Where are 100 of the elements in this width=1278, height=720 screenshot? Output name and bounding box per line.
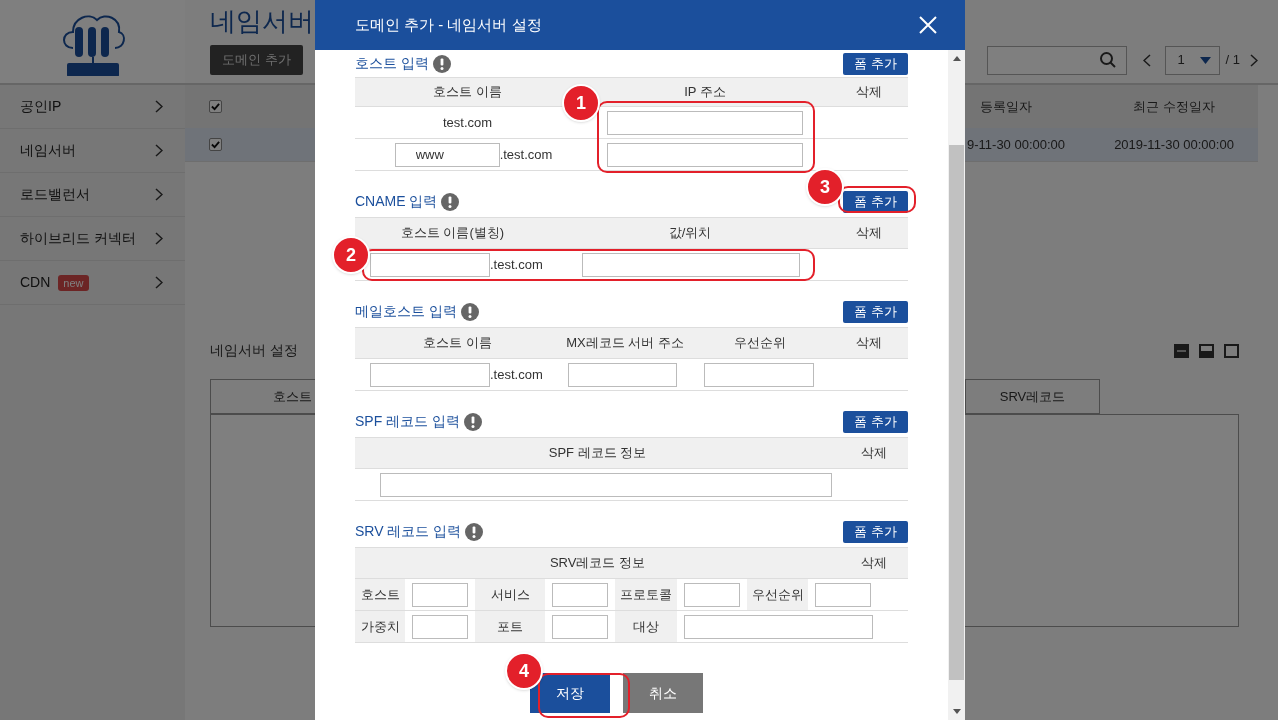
field-label: 우선순위	[751, 585, 804, 604]
column-header: 호스트 이름(별칭)	[400, 224, 505, 243]
sidebar-item[interactable]: 로드밸런서	[0, 173, 185, 217]
column-header: 우선순위	[734, 334, 786, 353]
column-header: 삭제	[856, 83, 882, 102]
chevron-right-icon	[155, 144, 163, 157]
text-field[interactable]	[684, 614, 873, 639]
column-header: SPF 레코드 정보	[548, 444, 647, 463]
minimize-view-icon[interactable]	[1174, 343, 1189, 358]
text-field[interactable]	[370, 252, 490, 277]
chevron-right-icon	[155, 100, 163, 113]
add-form-button[interactable]: 폼 추가	[843, 190, 908, 213]
text-field[interactable]	[552, 582, 608, 607]
chevron-right-icon	[155, 232, 163, 245]
add-form-button[interactable]: 폼 추가	[843, 52, 908, 75]
text-field[interactable]	[552, 614, 608, 639]
tab[interactable]: 호스트	[210, 379, 315, 414]
add-form-button[interactable]: 폼 추가	[843, 520, 908, 543]
step-number: 3	[806, 168, 844, 206]
scrollbar[interactable]	[948, 50, 965, 720]
menu-label: 공인IP	[20, 97, 62, 116]
column-header: 삭제	[861, 554, 887, 573]
column-header: 삭제	[856, 224, 882, 243]
section-title: 네임서버 설정	[210, 341, 298, 360]
sidebar-item[interactable]: 하이브리드 커넥터	[0, 217, 185, 261]
column-header: IP 주소	[684, 83, 726, 102]
cancel-button[interactable]: 취소	[623, 673, 703, 713]
new-badge: new	[58, 274, 89, 291]
add-form-button[interactable]: 폼 추가	[843, 300, 908, 323]
tab[interactable]: SRV레코드	[965, 379, 1100, 414]
close-icon[interactable]	[919, 16, 937, 34]
table-cell-text: 2019-11-30 00:00:00	[1114, 135, 1234, 154]
field-label: 대상	[633, 617, 659, 636]
alert-icon	[460, 302, 479, 321]
alert-icon	[432, 54, 451, 73]
scroll-down-icon[interactable]	[952, 709, 961, 714]
menu-label: 네임서버	[20, 141, 76, 160]
host-name: test.com	[442, 113, 493, 132]
chevron-left-icon[interactable]	[1142, 53, 1151, 67]
domain-suffix: .test.com	[499, 145, 553, 164]
save-button[interactable]: 저장	[530, 673, 610, 713]
section-title: CNAME 입력	[355, 192, 438, 211]
column-header: 등록일자	[980, 98, 1032, 114]
search-icon	[1099, 52, 1116, 68]
column-header: 값/위치	[668, 224, 712, 243]
domain-suffix: .test.com	[490, 255, 543, 274]
dialog-title: 도메인 추가 - 네임서버 설정	[355, 14, 542, 35]
menu-label: 로드밸런서	[20, 185, 90, 204]
chevron-right-icon[interactable]	[1250, 53, 1258, 67]
field-label: 프로토콜	[620, 585, 672, 604]
dropdown-caret-icon	[1199, 56, 1211, 64]
chevron-right-icon	[155, 188, 163, 201]
alert-icon	[464, 412, 482, 431]
domain-suffix: .test.com	[490, 365, 543, 384]
column-header: 삭제	[856, 334, 882, 353]
column-header: 호스트 이름	[423, 334, 492, 353]
step-number: 2	[332, 236, 370, 274]
menu-label: 하이브리드 커넥터	[20, 229, 136, 248]
scroll-up-icon[interactable]	[952, 56, 961, 61]
alert-icon	[465, 522, 484, 541]
text-field[interactable]	[370, 362, 490, 387]
page-select[interactable]: 1	[1164, 45, 1220, 75]
column-header: 삭제	[861, 444, 887, 463]
maximize-view-icon[interactable]	[1224, 343, 1239, 358]
text-field[interactable]: www	[394, 142, 500, 167]
column-header: 최근 수정일자	[1133, 97, 1215, 116]
text-field[interactable]	[607, 110, 803, 135]
text-field[interactable]	[684, 582, 740, 607]
column-header: 호스트 이름	[433, 83, 502, 102]
text-field[interactable]	[704, 362, 814, 387]
section-title: 호스트 입력	[355, 54, 429, 73]
half-view-icon[interactable]	[1199, 343, 1214, 358]
step-number: 4	[505, 652, 543, 690]
column-header: SRV레코드 정보	[549, 554, 646, 573]
field-label: 서비스	[490, 585, 530, 604]
text-field[interactable]	[412, 582, 468, 607]
chevron-right-icon	[155, 276, 163, 289]
page-title: 네임서버	[210, 5, 314, 37]
column-header: MX레코드 서버 주소	[566, 334, 684, 353]
text-field[interactable]	[568, 362, 677, 387]
text-field[interactable]	[815, 582, 871, 607]
text-field[interactable]	[380, 472, 832, 497]
page-total: / 1	[1225, 51, 1240, 70]
table-cell: 9-11-30 00:00:00	[967, 136, 1066, 152]
search-field[interactable]	[986, 45, 1127, 75]
field-label: 포트	[497, 617, 523, 636]
text-field[interactable]	[412, 614, 468, 639]
add-form-button[interactable]: 폼 추가	[843, 410, 908, 433]
field-label: 가중치	[360, 617, 400, 636]
menu-label: CDN	[20, 273, 51, 292]
alert-icon	[441, 192, 460, 211]
text-field[interactable]	[607, 142, 803, 167]
section-title: SPF 레코드 입력	[355, 412, 460, 431]
text-field[interactable]	[582, 252, 800, 277]
field-label: 호스트	[360, 585, 400, 604]
checkbox[interactable]	[208, 138, 222, 151]
checkbox[interactable]	[208, 100, 222, 113]
add-domain-button[interactable]: 도메인 추가	[210, 45, 303, 75]
sidebar-item[interactable]: CDN new	[0, 261, 185, 305]
section-title: SRV 레코드 입력	[355, 522, 462, 541]
